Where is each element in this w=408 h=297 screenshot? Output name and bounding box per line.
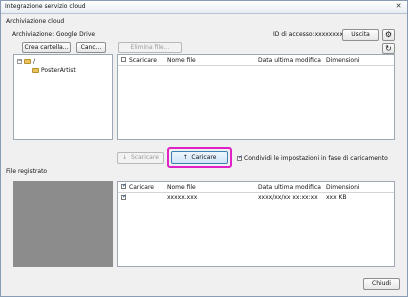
arrow-down-icon: ↓ [122,154,128,161]
logout-button[interactable]: Uscita [342,29,379,41]
tree-root-label[interactable]: / [33,58,35,65]
collapse-icon[interactable]: − [17,59,22,64]
folder-icon [32,68,39,73]
column-header[interactable]: Nome file [167,184,196,191]
row-modified: xxxx/xx/xx xx:xx:xx [258,194,318,201]
registered-files-label: File registrato [6,168,48,175]
select-all-checkbox[interactable] [121,182,127,189]
registered-list-header: Caricare Nome file Data ultima modifica … [118,182,394,193]
upload-highlight-frame [167,147,232,168]
refresh-icon: ↻ [385,44,392,53]
refresh-button[interactable]: ↻ [382,43,395,54]
storage-service-label: Archiviazione: Google Drive [12,31,96,38]
gear-icon: ⚙ [384,30,393,39]
create-folder-button[interactable]: Crea cartella... [22,42,71,53]
select-all-checkbox[interactable] [121,57,126,62]
row-checkbox[interactable] [121,193,127,200]
cloud-list-header: Scaricare Nome file Data ultima modifica… [118,55,394,66]
access-id-label: ID di accesso:xxxxxxxx [273,31,343,38]
close-button[interactable]: Chiudi [363,278,400,290]
cloud-integration-window: Integrazione servizio cloud ✕ Archiviazi… [0,0,408,297]
window-close-icon[interactable]: ✕ [393,2,404,11]
row-size: xxx KB [326,194,347,201]
download-label: Scaricare [130,154,159,161]
column-header[interactable]: Data ultima modifica [258,184,321,191]
window-title: Integrazione servizio cloud [5,3,86,10]
column-header[interactable]: Caricare [129,184,154,191]
title-bar: Integrazione servizio cloud ✕ [1,1,407,14]
archive-group-label: Archiviazione cloud [6,18,65,25]
delete-folder-button[interactable]: Canc... [76,42,106,53]
settings-gear-button[interactable]: ⚙ [382,29,395,41]
folder-tree[interactable]: − / PosterArtist [13,54,113,140]
column-header[interactable]: Data ultima modifica [258,57,321,64]
column-header[interactable]: Scaricare [129,57,157,64]
column-header[interactable]: Dimensioni [326,184,360,191]
download-button[interactable]: ↓ Scaricare [117,152,164,164]
folder-icon [24,59,31,64]
tree-item-posterartist[interactable]: PosterArtist [41,67,76,74]
preview-thumbnail [13,181,113,267]
cloud-file-list[interactable]: Scaricare Nome file Data ultima modifica… [117,54,395,140]
table-row[interactable]: xxxxx.xxx xxxx/xx/xx xx:xx:xx xxx KB [118,193,394,202]
share-settings-checkbox[interactable] [237,154,243,161]
row-filename: xxxxx.xxx [167,194,198,201]
registered-file-list[interactable]: Caricare Nome file Data ultima modifica … [117,181,395,267]
delete-file-button[interactable]: Elimina file... [118,42,182,53]
column-header[interactable]: Dimensioni [326,57,360,64]
share-settings-label: Condividi le impostazioni in fase di car… [244,155,388,162]
column-header[interactable]: Nome file [167,57,196,64]
